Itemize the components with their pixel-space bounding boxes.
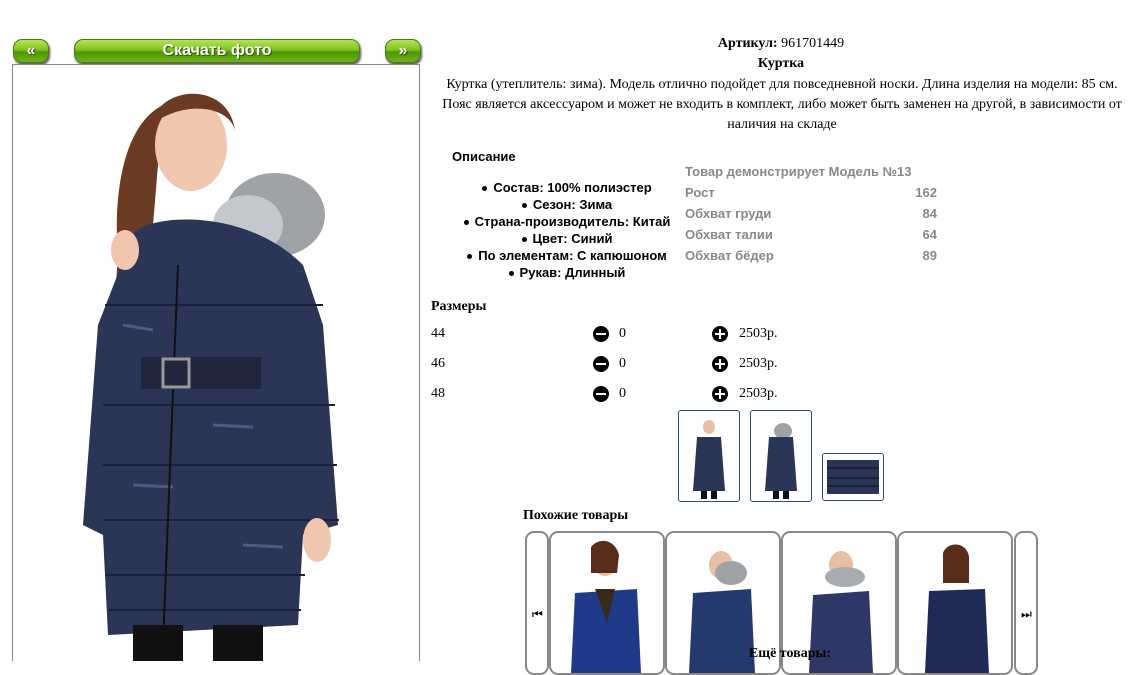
next-photo-button[interactable]: » — [385, 39, 421, 63]
attribute-list: Состав: 100% полиэстер Сезон: Зима Стран… — [447, 179, 687, 281]
similar-product-card[interactable] — [897, 531, 1013, 675]
similar-product-card[interactable] — [549, 531, 665, 675]
attribute-item: Страна-производитель: Китай — [447, 213, 687, 230]
attribute-item: По элементам: С капюшоном — [447, 247, 687, 264]
decrease-qty-icon[interactable] — [593, 356, 609, 372]
prev-photo-button[interactable]: « — [13, 39, 49, 63]
thumbnail-jacket-image — [765, 423, 797, 499]
similar-product-image — [571, 540, 641, 673]
article-line: Артикул: 961701449 — [431, 36, 1131, 52]
download-photo-button[interactable]: Скачать фото — [74, 39, 360, 63]
attribute-item: Цвет: Синий — [447, 230, 687, 247]
photo-thumbnail[interactable] — [822, 453, 884, 501]
increase-qty-icon[interactable] — [712, 326, 728, 342]
model-row-value: 162 — [915, 185, 937, 200]
model-row: Обхват талии 64 — [685, 227, 937, 247]
decrease-qty-icon[interactable] — [593, 326, 609, 342]
article-label: Артикул: — [717, 36, 778, 51]
size-row: 44 0 2503р. — [431, 326, 791, 346]
product-description: Куртка (утеплитель: зима). Модель отличн… — [442, 77, 1122, 132]
attribute-item: Сезон: Зима — [447, 196, 687, 213]
download-photo-label: Скачать фото — [162, 42, 272, 59]
model-row: Обхват груди 84 — [685, 206, 937, 226]
model-row: Рост 162 — [685, 185, 937, 205]
model-row-label: Обхват талии — [685, 227, 773, 242]
sizes-heading: Размеры — [431, 299, 487, 314]
model-row-label: Обхват груди — [685, 206, 772, 221]
jacket-photo-illustration — [83, 93, 339, 661]
size-price: 2503р. — [739, 356, 778, 371]
prev-photo-label: « — [26, 42, 36, 59]
model-row-value: 89 — [922, 248, 937, 263]
similar-heading: Похожие товары — [523, 508, 629, 523]
size-row: 48 0 2503р. — [431, 386, 791, 406]
thumbnail-detail-image — [827, 460, 879, 494]
model-row-value: 64 — [922, 227, 937, 242]
product-title: Куртка — [757, 56, 805, 71]
model-row-label: Рост — [685, 185, 715, 200]
size-value: 44 — [431, 326, 445, 341]
skip-back-icon: ⏮ — [532, 607, 543, 621]
photo-thumbnail[interactable] — [678, 410, 740, 502]
similar-product-image — [925, 544, 989, 673]
decrease-qty-icon[interactable] — [593, 386, 609, 402]
model-row-value: 84 — [922, 206, 937, 221]
model-heading: Товар демонстрирует Модель №13 — [685, 164, 912, 179]
photo-thumbnail[interactable] — [750, 410, 812, 502]
qty-value: 0 — [619, 326, 626, 341]
size-value: 48 — [431, 386, 445, 401]
qty-value: 0 — [619, 386, 626, 401]
thumbnail-jacket-image — [693, 420, 725, 499]
size-row: 46 0 2503р. — [431, 356, 791, 376]
attribute-item: Рукав: Длинный — [447, 264, 687, 281]
qty-value: 0 — [619, 356, 626, 371]
next-photo-label: » — [398, 42, 408, 59]
similar-next-button[interactable]: ⏭ — [1014, 531, 1038, 675]
description-heading: Описание — [452, 149, 516, 164]
size-price: 2503р. — [739, 386, 778, 401]
increase-qty-icon[interactable] — [712, 386, 728, 402]
main-product-photo[interactable] — [12, 64, 420, 661]
similar-prev-button[interactable]: ⏮ — [525, 531, 549, 675]
model-row-label: Обхват бёдер — [685, 248, 774, 263]
model-row: Обхват бёдер 89 — [685, 248, 937, 268]
size-price: 2503р. — [739, 326, 778, 341]
increase-qty-icon[interactable] — [712, 356, 728, 372]
attribute-item: Состав: 100% полиэстер — [447, 179, 687, 196]
article-value: 961701449 — [781, 36, 845, 51]
size-value: 46 — [431, 356, 445, 371]
skip-forward-icon: ⏭ — [1021, 607, 1032, 621]
